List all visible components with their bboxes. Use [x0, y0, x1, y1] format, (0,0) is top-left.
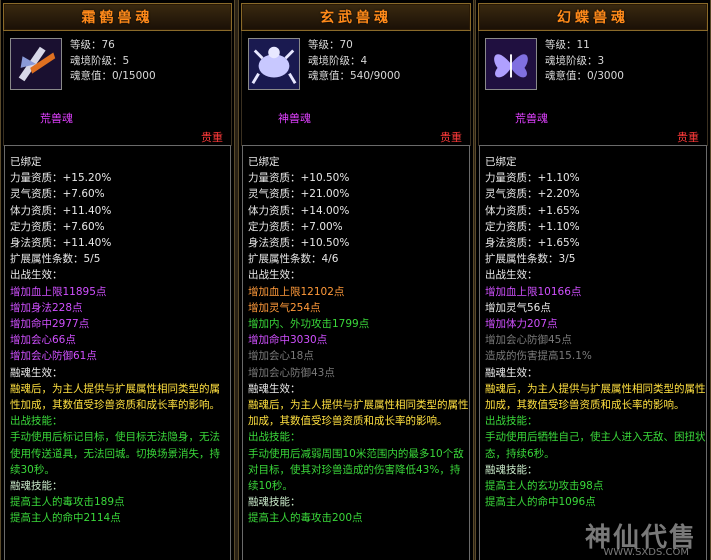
soul-stat-line: 等级：70 [308, 39, 353, 51]
attribute-line: 灵气资质：+7.60% [10, 188, 105, 201]
soul-attributes: 已绑定力量资质：+10.50% 灵气资质：+21.00% 体力资质：+14.00% 定… [242, 145, 470, 560]
rarity-tag: 贵重 [201, 131, 223, 144]
attribute-line: 身法资质：+1.65% [485, 237, 580, 250]
attribute-line: 力量资质：+15.20% [10, 172, 112, 185]
attribute-line: 融魂技能： [485, 463, 538, 476]
soul-stats: 等级：76 魂境阶级：5 魂意值：0/15000 [70, 38, 156, 85]
soul-attributes: 已绑定力量资质：+15.20% 灵气资质：+7.60% 体力资质：+11.40% 定力… [4, 145, 231, 560]
attribute-line: 增加会心防御61点 [10, 350, 97, 363]
soul-kind: 神兽魂 [278, 112, 311, 125]
attribute-line: 出战生效： [248, 269, 301, 282]
attribute-line: 提高主人的毒攻击189点 [10, 496, 125, 509]
attribute-line: 已绑定 [485, 156, 517, 168]
soul-kind: 荒兽魂 [515, 112, 548, 125]
attribute-line: 出战技能： [10, 415, 63, 428]
attribute-line: 增加会心防御43点 [248, 366, 335, 379]
attribute-line: 体力资质：+14.00% [248, 204, 350, 217]
attribute-line: 增加会心66点 [10, 334, 76, 347]
attribute-line: 融魂后，为主人提供与扩展属性相同类型的属性加成，其数值受珍兽资质和成长率的影响。 [10, 382, 220, 412]
attribute-line: 融魂生效： [10, 366, 63, 379]
soul-stat-line: 魂意值：0/15000 [70, 70, 156, 82]
attribute-line: 定力资质：+7.00% [248, 220, 343, 233]
attribute-line: 增加命中3030点 [248, 334, 328, 347]
attribute-line: 增加内、外功攻击1799点 [248, 318, 370, 331]
attribute-line: 扩展属性条数：4/6 [248, 253, 339, 266]
attribute-line: 融魂后，为主人提供与扩展属性相同类型的属性加成，其数值受珍兽资质和成长率的影响。 [248, 399, 469, 428]
attribute-line: 提高主人的命中1096点 [485, 496, 596, 509]
soul-stat-line: 魂境阶级：5 [70, 54, 130, 67]
attribute-line: 融魂后，为主人提供与扩展属性相同类型的属性加成，其数值受珍兽资质和成长率的影响。 [485, 382, 706, 412]
attribute-line: 扩展属性条数：5/5 [10, 253, 101, 266]
attribute-line: 身法资质：+11.40% [10, 237, 112, 250]
attribute-line: 增加命中2977点 [10, 318, 90, 331]
soul-stat-line: 等级：11 [545, 39, 590, 51]
site-watermark-url: WWW.SXDS.COM [603, 547, 689, 558]
rarity-tag: 贵重 [677, 131, 699, 144]
attribute-line: 定力资质：+7.60% [10, 220, 105, 233]
crane-beast-soul-icon[interactable] [10, 38, 62, 90]
attribute-line: 已绑定 [248, 156, 280, 168]
attribute-line: 融魂技能： [248, 496, 301, 509]
panel-header: 等级：11 魂境阶级：3 魂意值：0/3000 荒兽魂贵重 [478, 31, 708, 146]
attribute-line: 扩展属性条数：3/5 [485, 253, 576, 266]
soul-stat-line: 魂境阶级：3 [545, 54, 605, 67]
rarity-tag: 贵重 [440, 131, 462, 144]
attribute-line: 融魂生效： [248, 382, 301, 395]
beast-soul-panel: 玄武兽魂等级：70 魂境阶级：4 魂意值：540/9000 神兽魂贵重已绑定力量资质：… [238, 0, 474, 560]
attribute-line: 出战技能： [248, 431, 301, 444]
attribute-line: 手动使用后标记目标，使目标无法隐身，无法使用传送道具，无法回城。切换场景消失，持… [10, 431, 220, 476]
beast-soul-panel: 霜鹤兽魂等级：76 魂境阶级：5 魂意值：0/15000 荒兽魂贵重已绑定力量资质：+… [0, 0, 235, 560]
soul-attributes: 已绑定力量资质：+1.10% 灵气资质：+2.20% 体力资质：+1.65% 定力资质… [479, 145, 707, 560]
attribute-line: 增加灵气254点 [248, 301, 321, 314]
tortoise-beast-soul-icon[interactable] [248, 38, 300, 90]
attribute-line: 灵气资质：+21.00% [248, 188, 350, 201]
attribute-line: 已绑定 [10, 156, 42, 168]
attribute-line: 出战生效： [10, 269, 63, 282]
attribute-line: 增加血上限12102点 [248, 285, 345, 298]
panel-header: 等级：70 魂境阶级：4 魂意值：540/9000 神兽魂贵重 [241, 31, 471, 146]
attribute-line: 增加血上限11895点 [10, 285, 107, 298]
attribute-line: 增加身法228点 [10, 301, 83, 314]
attribute-line: 身法资质：+10.50% [248, 237, 350, 250]
panel-title: 幻蝶兽魂 [478, 3, 708, 31]
attribute-line: 定力资质：+1.10% [485, 220, 580, 233]
attribute-line: 融魂生效： [485, 366, 538, 379]
attribute-line: 出战技能： [485, 415, 538, 428]
attribute-line: 增加灵气56点 [485, 301, 551, 314]
panel-title: 玄武兽魂 [241, 3, 471, 31]
attribute-line: 增加会心防御45点 [485, 334, 572, 347]
attribute-line: 提高主人的命中2114点 [10, 512, 121, 525]
attribute-line: 体力资质：+1.65% [485, 204, 580, 217]
soul-stat-line: 等级：76 [70, 39, 115, 51]
attribute-line: 造成的伤害提高15.1% [485, 350, 592, 363]
soul-stats: 等级：11 魂境阶级：3 魂意值：0/3000 [545, 38, 624, 85]
soul-stat-line: 魂意值：540/9000 [308, 70, 401, 82]
soul-stats: 等级：70 魂境阶级：4 魂意值：540/9000 [308, 38, 400, 85]
butterfly-beast-soul-icon[interactable] [485, 38, 537, 90]
attribute-line: 力量资质：+10.50% [248, 172, 350, 185]
soul-stat-line: 魂意值：0/3000 [545, 70, 624, 82]
attribute-line: 增加会心18点 [248, 350, 314, 363]
attribute-line: 增加血上限10166点 [485, 285, 582, 298]
attribute-line: 出战生效： [485, 269, 538, 282]
panel-title: 霜鹤兽魂 [3, 3, 232, 31]
attribute-line: 提高主人的玄功攻击98点 [485, 480, 604, 493]
attribute-line: 增加体力207点 [485, 318, 558, 331]
panel-header: 等级：76 魂境阶级：5 魂意值：0/15000 荒兽魂贵重 [3, 31, 232, 146]
attribute-line: 手动使用后牺牲自己，使主人进入无敌、困扭状态，持续6秒。 [485, 431, 706, 460]
attribute-line: 提高主人的毒攻击200点 [248, 512, 363, 525]
attribute-line: 灵气资质：+2.20% [485, 188, 580, 201]
attribute-line: 力量资质：+1.10% [485, 172, 580, 185]
soul-stat-line: 魂境阶级：4 [308, 54, 368, 67]
attribute-line: 手动使用后减弱周围10米范围内的最多10个敌对目标，使其对珍兽造成的伤害降低43… [248, 447, 464, 493]
beast-soul-panel: 幻蝶兽魂等级：11 魂境阶级：3 魂意值：0/3000 荒兽魂贵重已绑定力量资质：+1… [475, 0, 711, 560]
soul-kind: 荒兽魂 [40, 112, 73, 125]
attribute-line: 融魂技能： [10, 480, 63, 493]
attribute-line: 体力资质：+11.40% [10, 204, 112, 217]
